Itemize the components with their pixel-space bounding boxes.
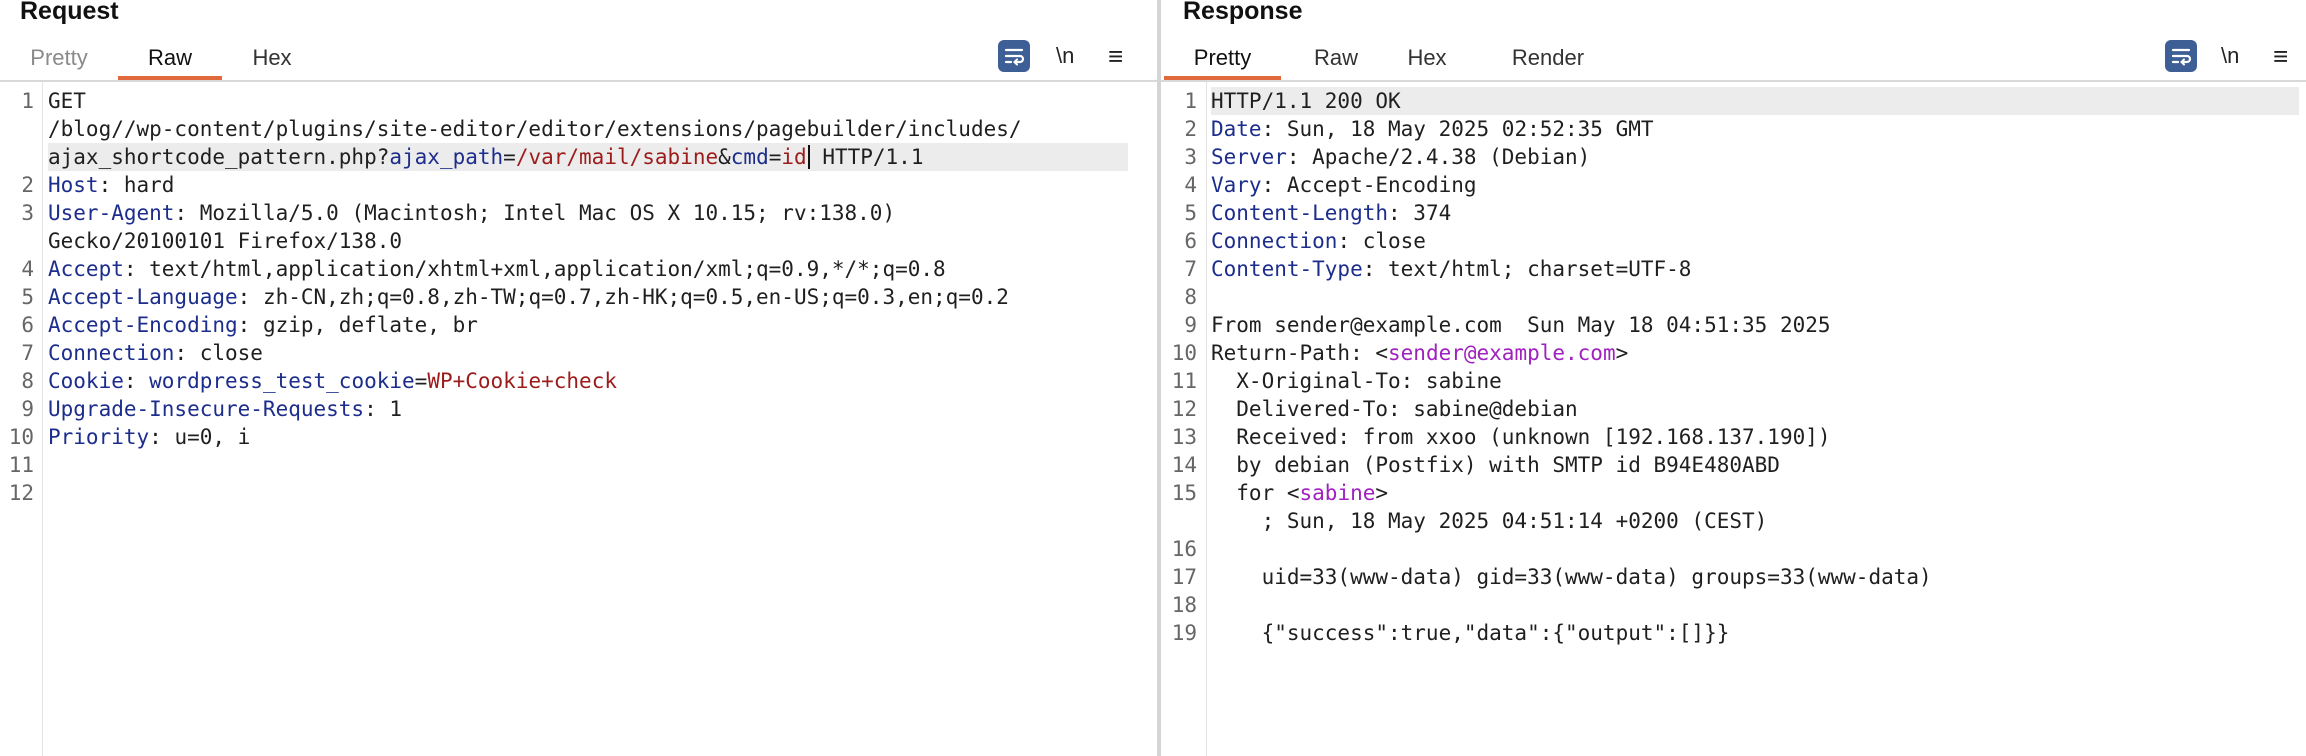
code-line: 7 Connection: close [21, 341, 263, 365]
response-title: Response [1183, 0, 1303, 25]
code-line: 13 Received: from xxoo (unknown [192.168… [1171, 425, 1831, 449]
response-editor[interactable]: 1 HTTP/1.1 200 OK 2 Date: Sun, 18 May 2025… [1161, 82, 2306, 756]
response-tab-hex[interactable]: Hex [1401, 38, 1453, 78]
request-tab-raw[interactable]: Raw [118, 38, 222, 80]
code-line: 8 Cookie: wordpress_test_cookie=WP+Cookie… [21, 369, 617, 393]
code-line: 2 Host: hard [21, 173, 175, 197]
code-line: 11 [8, 453, 34, 477]
request-tab-hex[interactable]: Hex [246, 38, 298, 78]
wrap-lines-icon[interactable] [998, 40, 1030, 72]
response-lines: 1 HTTP/1.1 200 OK 2 Date: Sun, 18 May 2025… [1161, 87, 2306, 647]
code-line: 12 Delivered-To: sabine@debian [1171, 397, 1578, 421]
code-line: 16 [1171, 537, 1197, 561]
code-line: 15 for <sabine> [1171, 481, 1389, 505]
code-line: 5 Content-Length: 374 [1184, 201, 1452, 225]
request-lines: 1 GET /blog//wp-content/plugins/site-edit… [0, 87, 1157, 507]
code-line: 7 Content-Type: text/html; charset=UTF-8 [1184, 257, 1692, 281]
response-tab-render[interactable]: Render [1506, 38, 1590, 78]
code-line: 11 X-Original-To: sabine [1171, 369, 1502, 393]
response-panel: Response Pretty Raw Hex Render \n ≡ 1 HTT… [1161, 0, 2306, 756]
wrap-lines-icon[interactable] [2165, 40, 2197, 72]
newline-icon[interactable]: \n [1056, 40, 1074, 72]
code-line-cont: ajax_shortcode_pattern.php?ajax_path=/va… [0, 143, 1157, 171]
code-line: 19 {"success":true,"data":{"output":[]}} [1171, 621, 1730, 645]
menu-icon[interactable]: ≡ [1108, 40, 1123, 72]
code-line: 14 by debian (Postfix) with SMTP id B94E… [1171, 453, 1780, 477]
request-title: Request [20, 0, 119, 25]
code-line: 8 [1184, 285, 1197, 309]
code-line: 6 Accept-Encoding: gzip, deflate, br [21, 313, 478, 337]
code-line: 4 Vary: Accept-Encoding [1184, 173, 1477, 197]
code-line: 6 Connection: close [1184, 229, 1426, 253]
code-line: 18 [1171, 593, 1197, 617]
request-editor[interactable]: 1 GET /blog//wp-content/plugins/site-edit… [0, 82, 1157, 756]
code-line: 4 Accept: text/html,application/xhtml+xml… [21, 257, 946, 281]
newline-icon[interactable]: \n [2221, 40, 2239, 72]
code-line: 10 Priority: u=0, i [8, 425, 251, 449]
request-tab-pretty[interactable]: Pretty [26, 38, 92, 78]
code-line: 3 User-Agent: Mozilla/5.0 (Macintosh; Int… [21, 201, 896, 225]
code-line: 3 Server: Apache/2.4.38 (Debian) [1184, 145, 1591, 169]
code-line: 9 From sender@example.com Sun May 18 04:5… [1184, 313, 1831, 337]
code-line: 1 HTTP/1.1 200 OK [1161, 87, 2306, 115]
code-line-cont: Gecko/20100101 Firefox/138.0 [48, 229, 403, 253]
code-line: 2 Date: Sun, 18 May 2025 02:52:35 GMT [1184, 117, 1654, 141]
menu-icon[interactable]: ≡ [2273, 40, 2288, 72]
response-tabs: Pretty Raw Hex Render [1161, 38, 2306, 82]
code-line: 5 Accept-Language: zh-CN,zh;q=0.8,zh-TW;q… [21, 285, 1009, 309]
code-line: 17 uid=33(www-data) gid=33(www-data) gro… [1171, 565, 1932, 589]
code-line: 12 [8, 481, 34, 505]
request-tabs: Pretty Raw Hex [0, 38, 1157, 82]
code-line: 9 Upgrade-Insecure-Requests: 1 [21, 397, 403, 421]
code-line-cont: ; Sun, 18 May 2025 04:51:14 +0200 (CEST) [1211, 509, 1768, 533]
code-line: 10 Return-Path: <sender@example.com> [1171, 341, 1629, 365]
response-tab-raw[interactable]: Raw [1306, 38, 1366, 78]
code-line-cont: /blog//wp-content/plugins/site-editor/ed… [48, 117, 1022, 141]
request-panel: Request Pretty Raw Hex \n ≡ 1 GET /blog//… [0, 0, 1157, 756]
response-tab-pretty[interactable]: Pretty [1164, 38, 1281, 80]
code-line: 1 GET [21, 89, 86, 113]
